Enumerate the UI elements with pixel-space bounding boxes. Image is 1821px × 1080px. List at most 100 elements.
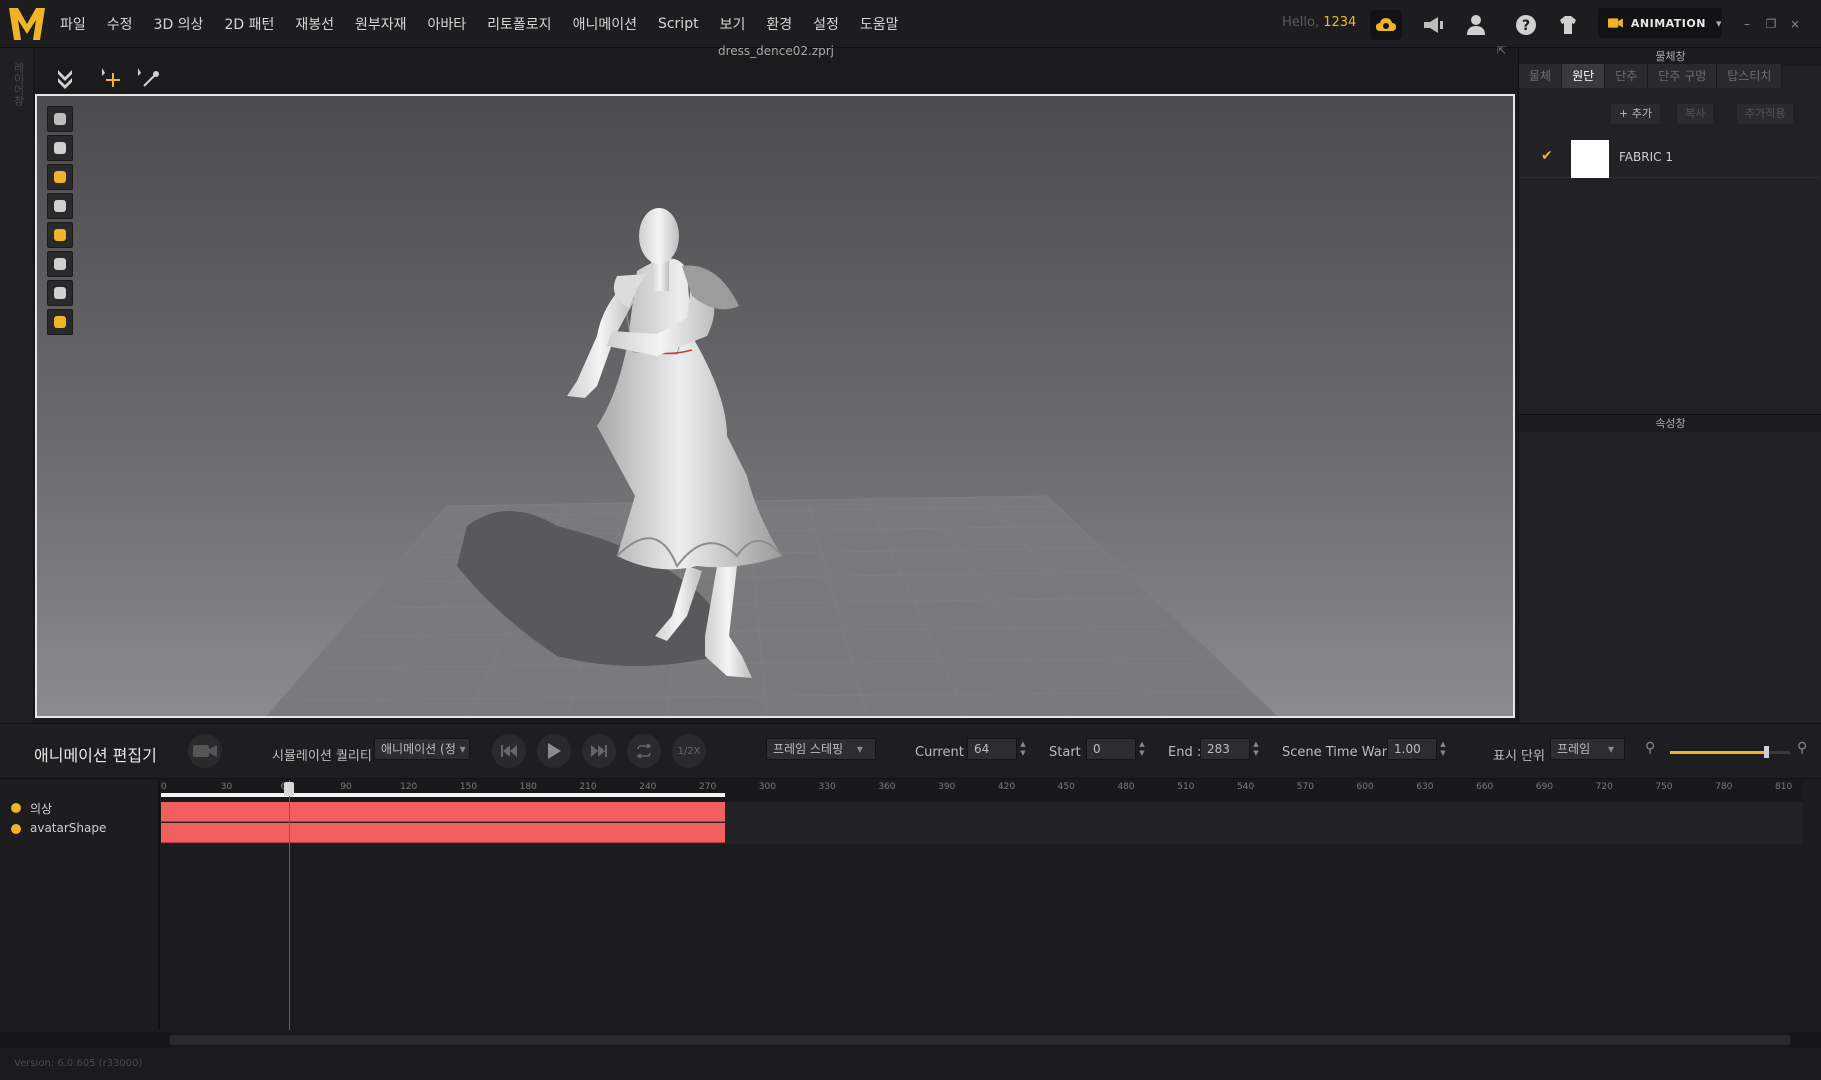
- track-clip[interactable]: [161, 823, 725, 843]
- ruler-tick-label: 30: [220, 782, 233, 792]
- points-icon[interactable]: [47, 164, 73, 190]
- layer-panel-collapsed[interactable]: 레이어창: [0, 48, 34, 723]
- menu-item[interactable]: 재봉선: [295, 14, 334, 34]
- copy-fabric-button[interactable]: 복사: [1677, 104, 1714, 124]
- ruler-tick-label: 180: [519, 782, 537, 792]
- shirt-icon[interactable]: [47, 135, 73, 161]
- mode-label: ANIMATION: [1630, 16, 1706, 30]
- zoom-slider[interactable]: [1670, 746, 1790, 758]
- main-menu: 파일 수정 3D 의상 2D 패턴 재봉선 원부자재 아바타 리토폴로지 애니메이션 Script…: [60, 0, 920, 48]
- track-clip[interactable]: [161, 802, 725, 822]
- brush-icon[interactable]: [47, 251, 73, 277]
- playhead: [288, 780, 290, 1030]
- fabric-list-item[interactable]: ✔ FABRIC 1: [1519, 138, 1819, 178]
- close-button[interactable]: ×: [1786, 15, 1804, 33]
- time-warp-input[interactable]: 1.00: [1387, 738, 1437, 760]
- edit-pin-icon[interactable]: [134, 64, 164, 92]
- check-icon[interactable]: ✔: [1541, 148, 1553, 164]
- dropdown-arrow-icon: ▾: [1715, 16, 1722, 30]
- menu-item[interactable]: 파일: [60, 14, 86, 34]
- mode-selector[interactable]: ANIMATION ▾: [1598, 8, 1722, 38]
- start-frame-input[interactable]: 0: [1086, 738, 1136, 760]
- menu-item[interactable]: 2D 패턴: [224, 14, 274, 34]
- restore-button[interactable]: ❐: [1762, 15, 1780, 33]
- tab-0[interactable]: 물체: [1519, 64, 1563, 88]
- display-unit-select[interactable]: 프레임 ▾: [1550, 738, 1625, 760]
- track-name: avatarShape: [30, 821, 107, 835]
- ruler-tick-label: 660: [1476, 782, 1494, 792]
- avatar-head-icon[interactable]: [47, 280, 73, 306]
- menu-item[interactable]: Script: [658, 16, 699, 32]
- track-avatar[interactable]: avatarShape: [0, 819, 160, 839]
- go-to-start-icon[interactable]: [492, 734, 526, 768]
- 3d-viewport[interactable]: [35, 94, 1515, 718]
- app-logo-icon[interactable]: [6, 4, 48, 44]
- ruler-tick-label: 450: [1057, 782, 1075, 792]
- garment-icon[interactable]: [47, 106, 73, 132]
- version-label: Version: 6.0.605 (r33000): [14, 1058, 143, 1069]
- greeting: Hello, 1234: [1282, 15, 1356, 30]
- go-to-end-icon[interactable]: [582, 734, 616, 768]
- time-warp-spinner[interactable]: ▲ ▼: [1438, 740, 1448, 758]
- avatar-head: [639, 208, 679, 264]
- menu-item[interactable]: 수정: [107, 14, 133, 34]
- play-icon[interactable]: [537, 734, 571, 768]
- timeline-scrollbar[interactable]: [0, 1032, 1821, 1048]
- scrollbar-thumb[interactable]: [170, 1035, 1790, 1045]
- playhead-handle[interactable]: [283, 782, 294, 796]
- menu-item[interactable]: 원부자재: [355, 14, 407, 34]
- ruler-tick-label: 90: [340, 782, 352, 792]
- viewport-tools: [47, 106, 73, 338]
- minimize-button[interactable]: –: [1738, 15, 1756, 33]
- zoom-slider-handle[interactable]: [1764, 746, 1769, 758]
- tab-3[interactable]: 단추 구멍: [1648, 64, 1718, 88]
- menu-item[interactable]: 환경: [766, 14, 792, 34]
- speed-button[interactable]: 1/2X: [672, 734, 706, 768]
- texture-icon[interactable]: [47, 309, 73, 335]
- ruler-tick-label: 480: [1117, 782, 1135, 792]
- track-garment[interactable]: 의상: [0, 798, 160, 818]
- menu-item[interactable]: 리토폴로지: [487, 14, 551, 34]
- end-label: End :: [1168, 745, 1202, 760]
- menu-item[interactable]: 애니메이션: [573, 14, 637, 34]
- current-frame-input[interactable]: 64: [967, 738, 1017, 760]
- menu-item[interactable]: 3D 의상: [154, 14, 204, 34]
- garment-store-icon[interactable]: [1552, 10, 1584, 40]
- ruler-tick-label: 360: [878, 782, 896, 792]
- ruler-tick-label: 390: [938, 782, 956, 792]
- timeline[interactable]: 의상 avatarShape 0306090120150180210240270…: [0, 780, 1821, 1055]
- user-icon[interactable]: [1460, 10, 1492, 40]
- menu-item[interactable]: 보기: [720, 14, 746, 34]
- popout-icon[interactable]: ⇱: [1497, 44, 1506, 57]
- tab-1[interactable]: 원단: [1562, 64, 1606, 88]
- add-fabric-button[interactable]: + 추가: [1611, 104, 1660, 124]
- menu-item[interactable]: 도움말: [860, 14, 899, 34]
- greeting-prefix: Hello,: [1282, 15, 1320, 30]
- end-spinner[interactable]: ▲ ▼: [1251, 740, 1261, 758]
- menu-item[interactable]: 설정: [813, 14, 839, 34]
- cloud-sync-icon[interactable]: [1370, 10, 1402, 40]
- help-icon[interactable]: ?: [1510, 10, 1542, 40]
- start-spinner[interactable]: ▲ ▼: [1137, 740, 1147, 758]
- frame-step-select[interactable]: 프레임 스테핑 ▾: [766, 738, 876, 760]
- avatar-icon[interactable]: [47, 193, 73, 219]
- sim-quality-select[interactable]: 애니메이션 (정 ▾: [374, 738, 470, 760]
- apply-fabric-button[interactable]: 추가적용: [1737, 104, 1794, 124]
- add-point-icon[interactable]: [98, 64, 128, 92]
- zoom-out-icon[interactable]: ⚲: [1645, 740, 1655, 756]
- zoom-in-icon[interactable]: ⚲: [1797, 740, 1807, 756]
- timeline-ruler[interactable]: 0306090120150180210240270300330360390420…: [161, 780, 1803, 802]
- display-unit-value: 프레임: [1557, 742, 1591, 756]
- tab-4[interactable]: 탑스티치: [1717, 64, 1783, 88]
- loop-icon[interactable]: [627, 734, 661, 768]
- animation-editor-bar: 애니메이션 편집기 시뮬레이션 퀄리티 애니메이션 (정 ▾ 1/2X 프레임 …: [0, 723, 1821, 779]
- tab-2[interactable]: 단추: [1605, 64, 1649, 88]
- end-frame-input[interactable]: 283: [1200, 738, 1250, 760]
- select-move-icon[interactable]: [50, 64, 80, 92]
- fabric-icon[interactable]: [47, 222, 73, 248]
- announcement-icon[interactable]: [1418, 10, 1450, 40]
- menu-item[interactable]: 아바타: [428, 14, 467, 34]
- current-spinner[interactable]: ▲ ▼: [1018, 740, 1028, 758]
- username: 1234: [1323, 15, 1357, 30]
- record-camera-icon[interactable]: [188, 734, 222, 768]
